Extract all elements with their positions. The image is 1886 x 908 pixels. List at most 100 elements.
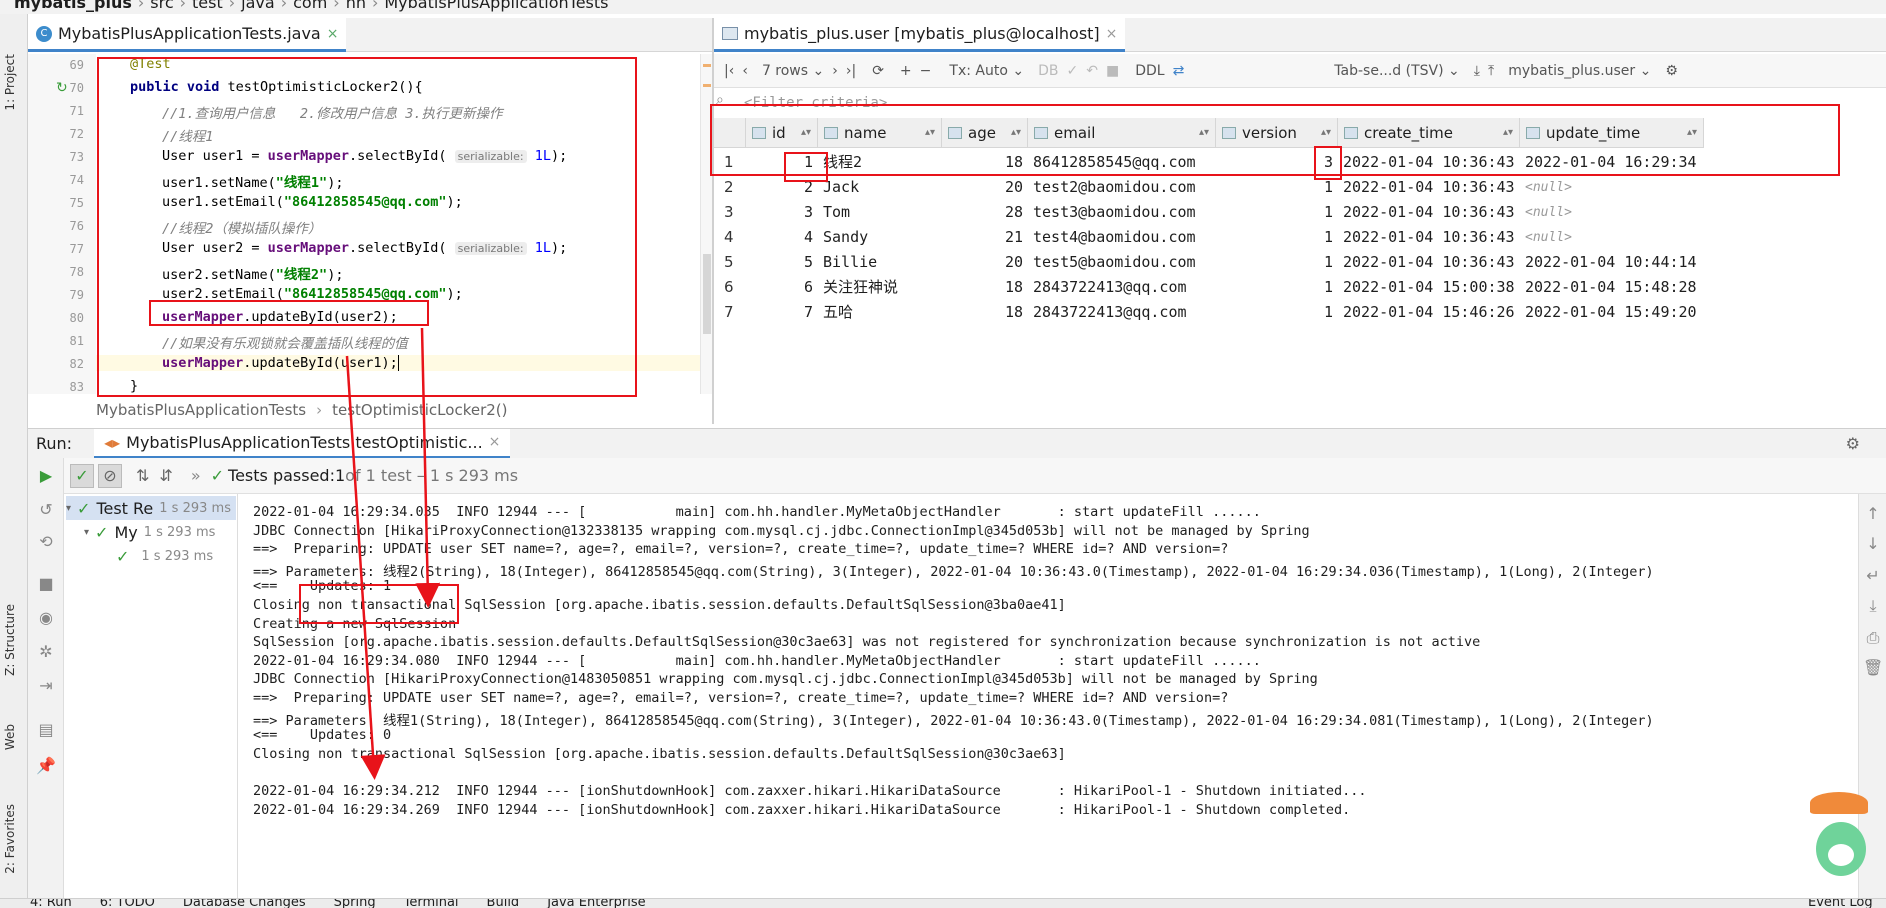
- layout-icon[interactable]: ▤: [36, 720, 56, 740]
- rerun-failed-icon[interactable]: ↺: [36, 500, 56, 520]
- camera-icon[interactable]: ◉: [36, 608, 56, 628]
- soft-wrap-icon[interactable]: ↵: [1863, 566, 1883, 586]
- tab-run-config[interactable]: ◂▸ MybatisPlusApplicationTests.testOptim…: [94, 428, 511, 459]
- expand-icon[interactable]: »: [191, 466, 201, 485]
- bottom-tab-java-ee[interactable]: Java Enterprise: [547, 899, 645, 908]
- scroll-to-end-icon[interactable]: ⤓: [1863, 596, 1883, 616]
- row-number[interactable]: 4: [714, 225, 744, 250]
- cell-age[interactable]: 20: [942, 175, 1028, 200]
- cell-name[interactable]: 关注狂神说: [818, 275, 942, 300]
- close-icon[interactable]: ×: [327, 26, 339, 42]
- db-icon[interactable]: DB: [1038, 57, 1058, 85]
- bottom-tab-todo[interactable]: 6: TODO: [100, 899, 155, 908]
- stop-icon[interactable]: ■: [1106, 57, 1119, 85]
- scroll-down-icon[interactable]: ↓: [1863, 534, 1883, 554]
- cell-update-time[interactable]: 2022-01-04 15:49:20: [1520, 300, 1704, 325]
- first-page-icon[interactable]: |‹: [724, 57, 734, 85]
- row-number[interactable]: 3: [714, 200, 744, 225]
- download-icon[interactable]: ⤓: [1474, 57, 1480, 85]
- cell-update-time[interactable]: 2022-01-04 15:48:28: [1520, 275, 1704, 300]
- cell-version[interactable]: 1: [1216, 250, 1338, 275]
- cell-create-time[interactable]: 2022-01-04 10:36:43: [1338, 250, 1520, 275]
- crumb-class[interactable]: MybatisPlusApplicationTests: [96, 401, 306, 419]
- cell-name[interactable]: Sandy: [818, 225, 942, 250]
- cell-create-time[interactable]: 2022-01-04 10:36:43: [1338, 175, 1520, 200]
- cell-age[interactable]: 21: [942, 225, 1028, 250]
- tx-mode-dropdown[interactable]: Tx: Auto ⌄: [949, 57, 1024, 85]
- cell-update-time[interactable]: 2022-01-04 10:44:14: [1520, 250, 1704, 275]
- cell-update-time[interactable]: <null>: [1520, 200, 1704, 225]
- web-tool-tab[interactable]: Web: [3, 724, 17, 750]
- bottom-tab-terminal[interactable]: Terminal: [404, 899, 459, 908]
- cell-id[interactable]: 4: [746, 225, 818, 250]
- last-page-icon[interactable]: ›|: [846, 57, 856, 85]
- cell-version[interactable]: 1: [1216, 225, 1338, 250]
- cell-age[interactable]: 18: [942, 300, 1028, 325]
- favorites-tool-tab[interactable]: 2: Favorites: [3, 804, 17, 874]
- cell-create-time[interactable]: 2022-01-04 10:36:43: [1338, 225, 1520, 250]
- sort-alpha-icon[interactable]: ⇅: [136, 466, 149, 485]
- toggle-auto-test-icon[interactable]: ⟲: [36, 532, 56, 552]
- breadcrumb-test[interactable]: test: [192, 0, 223, 12]
- breadcrumb-com[interactable]: com: [293, 0, 327, 12]
- console-output[interactable]: 2022-01-04 16:29:34.035 INFO 12944 --- […: [238, 494, 1858, 898]
- cell-name[interactable]: Tom: [818, 200, 942, 225]
- cell-name[interactable]: Jack: [818, 175, 942, 200]
- cell-update-time[interactable]: <null>: [1520, 225, 1704, 250]
- sort-duration-icon[interactable]: ⇵: [159, 466, 172, 485]
- cell-update-time[interactable]: <null>: [1520, 175, 1704, 200]
- add-row-icon[interactable]: +: [900, 57, 912, 85]
- breadcrumb-class[interactable]: MybatisPlusApplicationTests: [384, 0, 608, 12]
- export-format-dropdown[interactable]: Tab-se...d (TSV) ⌄: [1334, 57, 1459, 85]
- cell-id[interactable]: 3: [746, 200, 818, 225]
- rollback-icon[interactable]: ↶: [1086, 57, 1098, 85]
- run-test-gutter-icon[interactable]: ↻: [56, 80, 68, 96]
- cell-email[interactable]: test5@baomidou.com: [1028, 250, 1216, 275]
- bottom-tab-build[interactable]: Build: [487, 899, 520, 908]
- commit-icon[interactable]: ✓: [1066, 57, 1078, 85]
- remove-row-icon[interactable]: −: [920, 57, 932, 85]
- cell-email[interactable]: 2843722413@qq.com: [1028, 275, 1216, 300]
- gear-icon[interactable]: ⚙: [1846, 434, 1860, 453]
- refresh-icon[interactable]: ⟳: [872, 57, 884, 85]
- breadcrumb-src[interactable]: src: [150, 0, 173, 12]
- bottom-tab-db-changes[interactable]: Database Changes: [183, 899, 306, 908]
- show-passed-toggle[interactable]: ✓: [70, 463, 94, 488]
- rerun-icon[interactable]: ▶: [36, 466, 56, 486]
- cell-id[interactable]: 5: [746, 250, 818, 275]
- cell-email[interactable]: test3@baomidou.com: [1028, 200, 1216, 225]
- project-tool-tab[interactable]: 1: Project: [3, 54, 17, 111]
- crumb-method[interactable]: testOptimisticLocker2(): [332, 401, 507, 419]
- tab-user-table[interactable]: mybatis_plus.user [mybatis_plus@localhos…: [714, 18, 1126, 52]
- cell-age[interactable]: 18: [942, 275, 1028, 300]
- prev-page-icon[interactable]: ‹: [742, 57, 748, 85]
- structure-tool-tab[interactable]: Z: Structure: [3, 604, 17, 676]
- row-number[interactable]: 5: [714, 250, 744, 275]
- bottom-tab-spring[interactable]: Spring: [334, 899, 376, 908]
- datasource-dropdown[interactable]: mybatis_plus.user ⌄: [1508, 57, 1651, 85]
- tab-test-java[interactable]: C MybatisPlusApplicationTests.java ×: [28, 18, 347, 52]
- gear-icon[interactable]: ⚙: [1665, 57, 1678, 85]
- cell-version[interactable]: 1: [1216, 275, 1338, 300]
- scroll-up-icon[interactable]: ↑: [1863, 504, 1883, 524]
- cell-email[interactable]: test2@baomidou.com: [1028, 175, 1216, 200]
- cell-version[interactable]: 1: [1216, 200, 1338, 225]
- pin-icon[interactable]: 📌: [36, 756, 56, 776]
- row-number[interactable]: 6: [714, 275, 744, 300]
- debug-icon[interactable]: ✲: [36, 642, 56, 662]
- cell-name[interactable]: 五哈: [818, 300, 942, 325]
- cell-create-time[interactable]: 2022-01-04 10:36:43: [1338, 200, 1520, 225]
- cell-version[interactable]: 1: [1216, 300, 1338, 325]
- clear-icon[interactable]: 🗑: [1863, 658, 1883, 678]
- cell-email[interactable]: test4@baomidou.com: [1028, 225, 1216, 250]
- rows-dropdown[interactable]: 7 rows ⌄: [762, 57, 824, 85]
- breadcrumb-hh[interactable]: hh: [346, 0, 366, 12]
- cell-id[interactable]: 6: [746, 275, 818, 300]
- row-number[interactable]: 2: [714, 175, 744, 200]
- cell-name[interactable]: Billie: [818, 250, 942, 275]
- cell-create-time[interactable]: 2022-01-04 15:46:26: [1338, 300, 1520, 325]
- cell-create-time[interactable]: 2022-01-04 15:00:38: [1338, 275, 1520, 300]
- bottom-tab-run[interactable]: 4: Run: [30, 899, 72, 908]
- row-number[interactable]: 7: [714, 300, 744, 325]
- print-icon[interactable]: ⎙: [1863, 628, 1883, 648]
